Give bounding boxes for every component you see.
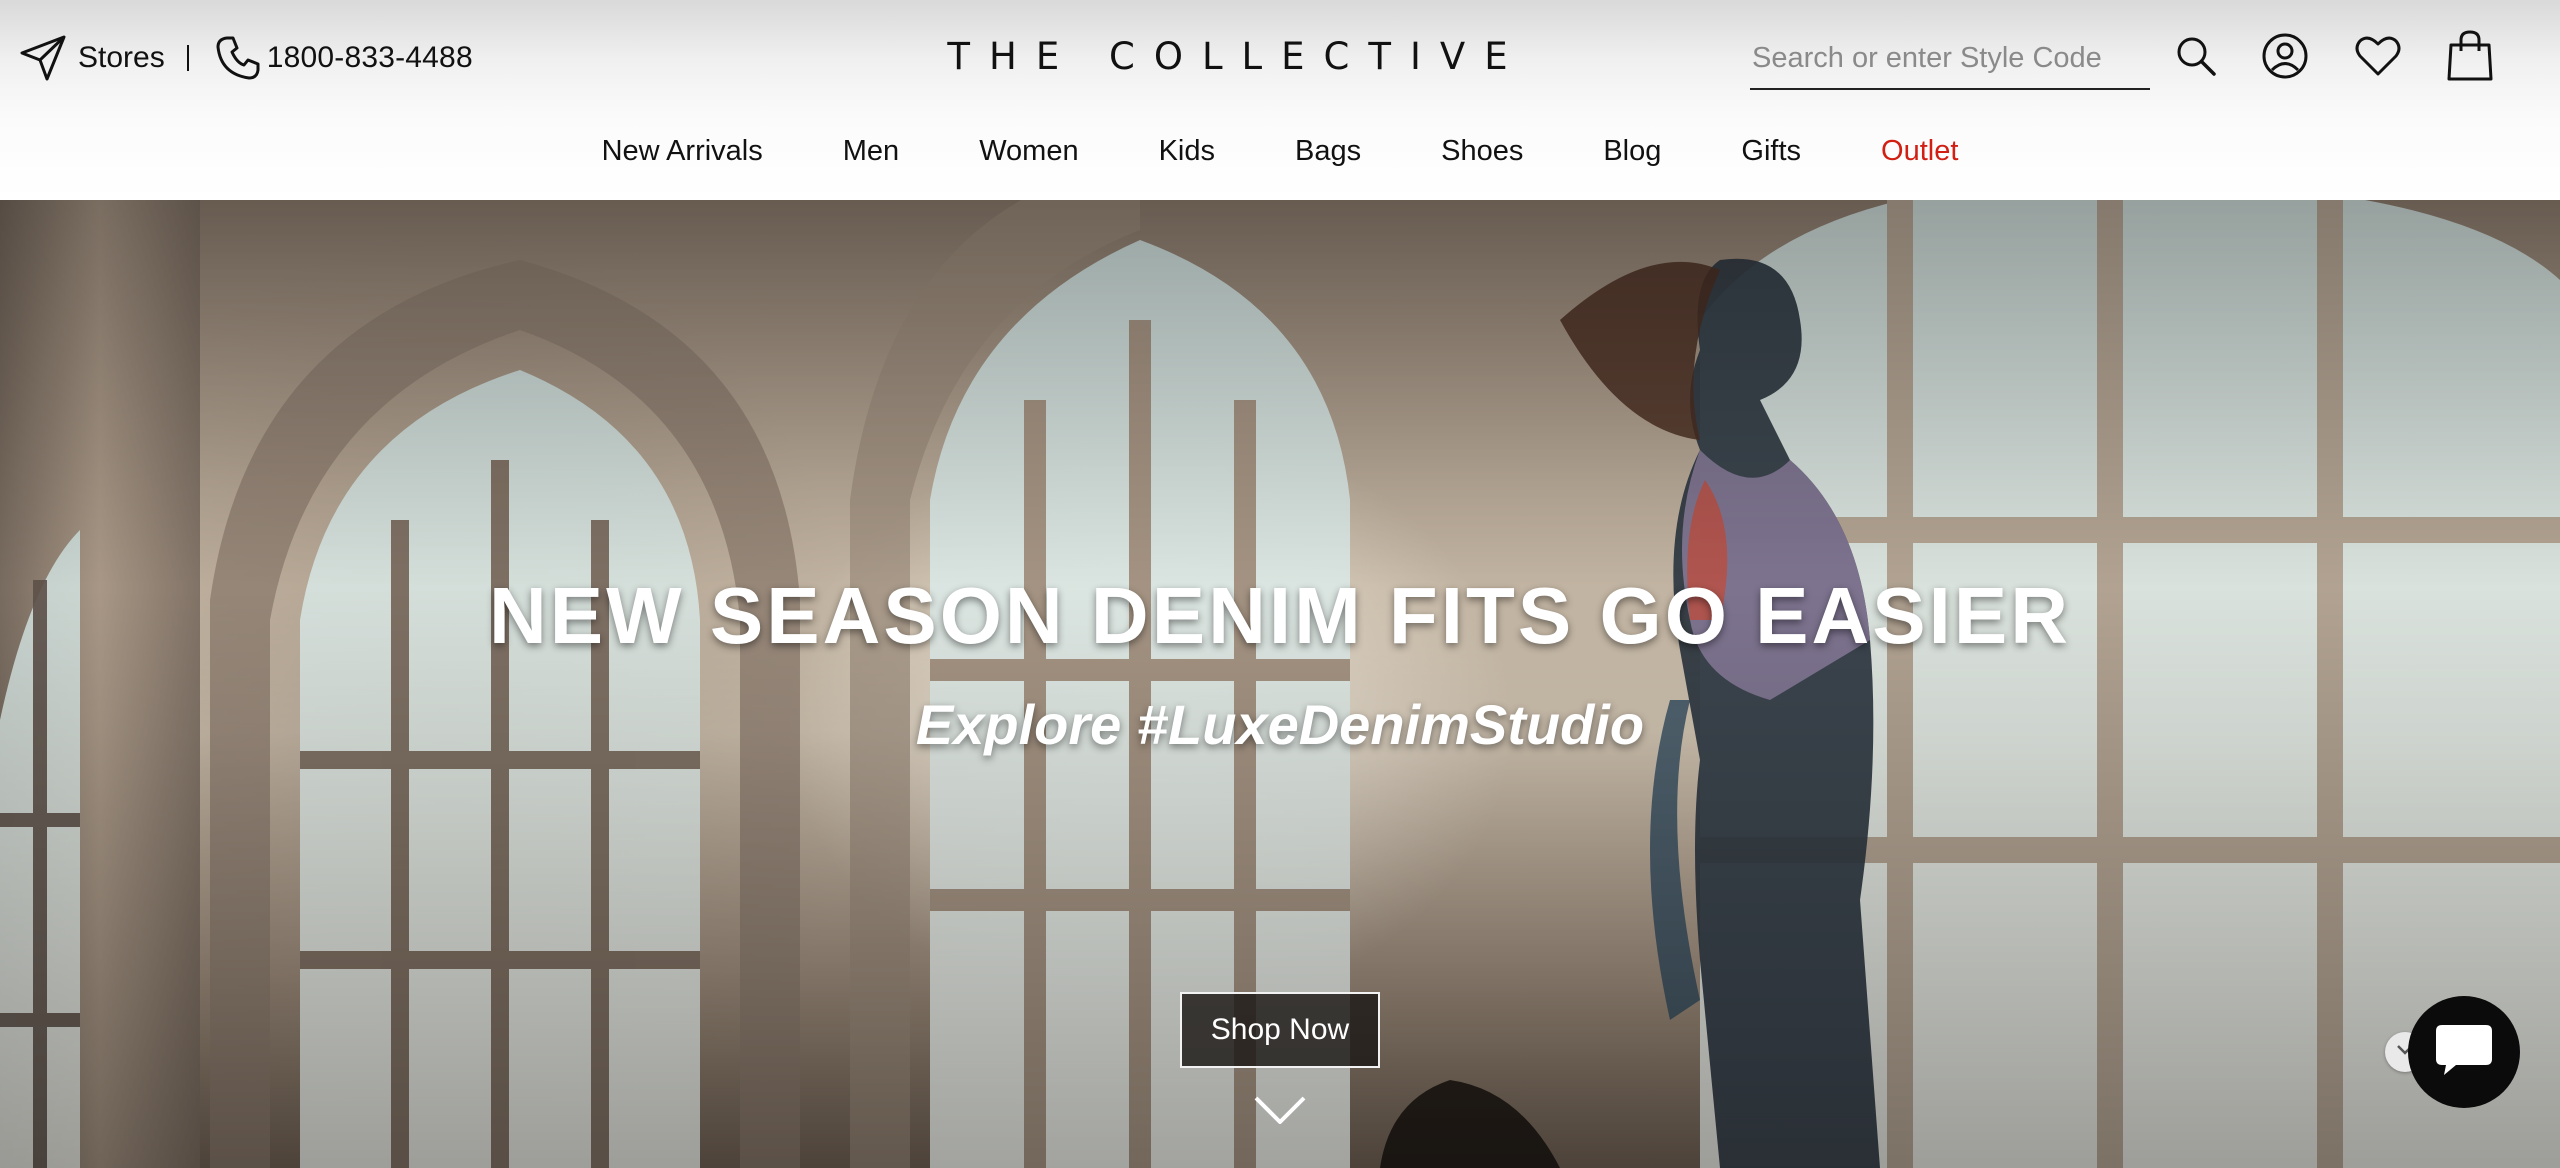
wishlist-button[interactable] (2350, 26, 2406, 86)
account-icon (2260, 31, 2310, 81)
utility-links: Stores 1800-833-4488 (18, 28, 473, 88)
navigation-arrow-icon (18, 33, 68, 83)
stores-label: Stores (78, 41, 165, 74)
nav-item-outlet[interactable]: Outlet (1881, 135, 1958, 168)
phone-icon (213, 33, 263, 83)
nav-item-blog[interactable]: Blog (1603, 135, 1661, 168)
search-input[interactable] (1750, 30, 2150, 86)
wishlist-heart-icon (2353, 31, 2403, 81)
scroll-down-chevron-icon[interactable] (1252, 1092, 1308, 1128)
chat-bubble-icon (2434, 1021, 2494, 1084)
search-icon (2174, 34, 2218, 78)
main-nav: New Arrivals Men Women Kids Bags Shoes B… (0, 120, 2560, 182)
nav-item-kids[interactable]: Kids (1159, 135, 1215, 168)
phone-number: 1800-833-4488 (266, 41, 473, 74)
account-button[interactable] (2257, 26, 2313, 86)
hero-banner[interactable]: NEW SEASON DENIM FITS GO EASIER Explore … (0, 200, 2560, 1168)
cart-button[interactable] (2442, 26, 2498, 86)
nav-item-men[interactable]: Men (843, 135, 899, 168)
nav-item-bags[interactable]: Bags (1295, 135, 1361, 168)
stores-link[interactable]: Stores (18, 33, 165, 83)
hero-title: NEW SEASON DENIM FITS GO EASIER (488, 571, 2072, 660)
shopping-bag-icon (2445, 29, 2495, 83)
search-button[interactable] (2168, 26, 2224, 86)
shop-now-button[interactable]: Shop Now (1180, 992, 1380, 1068)
nav-item-shoes[interactable]: Shoes (1441, 135, 1523, 168)
site-header: Stores 1800-833-4488 THE COLLECTIVE Sear… (0, 0, 2560, 200)
brand-logo[interactable]: THE COLLECTIVE (947, 30, 1507, 82)
nav-item-gifts[interactable]: Gifts (1741, 135, 1801, 168)
utility-divider (186, 45, 189, 71)
nav-item-women[interactable]: Women (979, 135, 1078, 168)
search-box (1750, 30, 2150, 90)
chat-button[interactable] (2408, 996, 2520, 1108)
nav-item-new-arrivals[interactable]: New Arrivals (602, 135, 763, 168)
phone-link[interactable]: 1800-833-4488 (213, 33, 473, 83)
hero-subtitle: Explore #LuxeDenimStudio (915, 693, 1645, 756)
